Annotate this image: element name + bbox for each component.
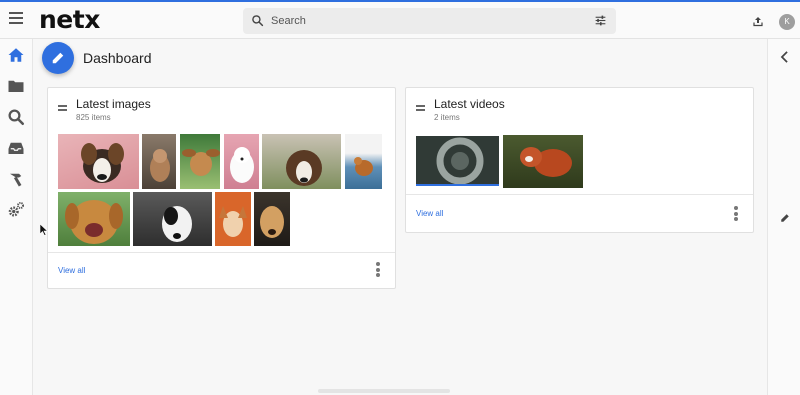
pencil-icon <box>52 52 64 64</box>
image-thumbnail[interactable] <box>215 192 251 246</box>
search-icon[interactable] <box>7 108 25 126</box>
folder-icon[interactable] <box>7 77 25 95</box>
left-nav <box>0 39 33 395</box>
chevron-left-icon[interactable] <box>780 51 789 63</box>
upload-icon[interactable] <box>752 15 764 28</box>
image-thumbnail[interactable] <box>142 134 176 189</box>
more-options-icon[interactable] <box>734 206 740 223</box>
view-all-videos-link[interactable]: View all <box>416 209 443 218</box>
latest-videos-card: Latest videos 2 items View all <box>405 87 754 233</box>
drag-handle-icon[interactable] <box>416 105 425 113</box>
card-divider <box>48 252 395 253</box>
user-avatar[interactable]: K <box>779 14 795 30</box>
inbox-icon[interactable] <box>7 139 25 157</box>
search-input[interactable] <box>271 12 571 30</box>
card-title: Latest images <box>76 97 151 111</box>
latest-images-card: Latest images 825 items View all <box>47 87 396 289</box>
app-logo[interactable]: netx <box>39 5 100 34</box>
edit-dashboard-button[interactable] <box>42 42 74 74</box>
pencil-icon[interactable] <box>780 213 790 223</box>
video-thumbnail[interactable] <box>416 136 499 186</box>
view-all-images-link[interactable]: View all <box>58 266 85 275</box>
image-thumbnail[interactable] <box>58 192 130 246</box>
image-thumbnail[interactable] <box>345 134 382 189</box>
more-options-icon[interactable] <box>376 262 382 279</box>
right-panel <box>767 39 800 395</box>
video-thumbnail[interactable] <box>503 135 583 188</box>
hammer-icon[interactable] <box>7 170 25 188</box>
image-thumbnail[interactable] <box>58 134 139 189</box>
card-subtitle: 2 items <box>434 113 460 122</box>
image-thumbnail[interactable] <box>262 134 341 189</box>
image-thumbnail[interactable] <box>133 192 212 246</box>
hamburger-icon[interactable] <box>9 12 23 26</box>
drag-handle-icon[interactable] <box>58 105 67 113</box>
image-thumbnail[interactable] <box>254 192 290 246</box>
mouse-cursor-icon <box>40 224 48 236</box>
page-title: Dashboard <box>83 50 152 66</box>
home-icon[interactable] <box>7 46 25 64</box>
sliders-icon[interactable] <box>594 14 607 27</box>
image-thumbnail[interactable] <box>224 134 259 189</box>
card-divider <box>406 194 753 195</box>
card-subtitle: 825 items <box>76 113 111 122</box>
gears-icon[interactable] <box>7 201 25 219</box>
search-icon <box>252 15 264 27</box>
search-bar[interactable] <box>243 8 616 34</box>
app-header: netx K <box>0 2 800 39</box>
horizontal-scrollbar[interactable] <box>318 389 450 393</box>
image-thumbnail[interactable] <box>180 134 220 189</box>
card-title: Latest videos <box>434 97 505 111</box>
